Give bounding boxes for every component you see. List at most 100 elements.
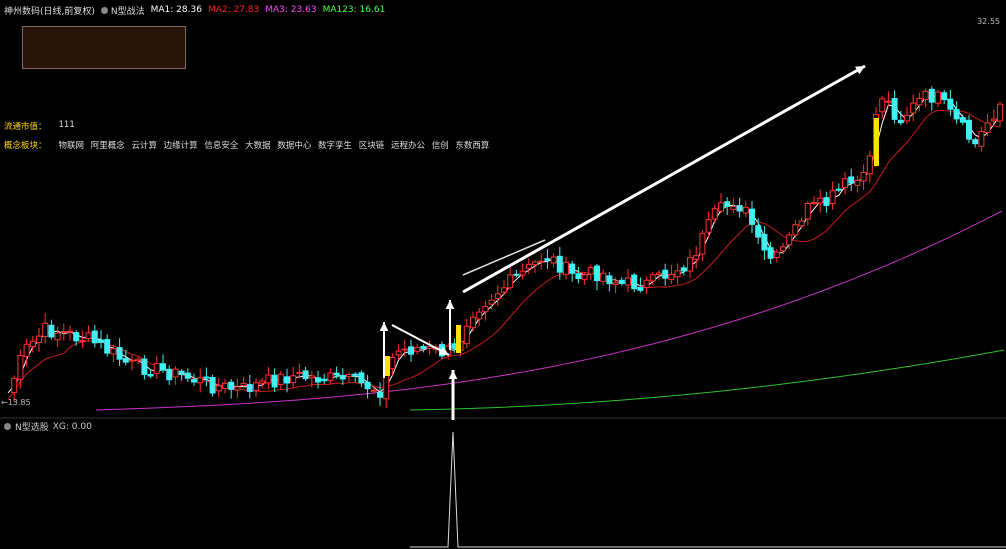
candle-body [649, 274, 656, 282]
candle-body [135, 358, 142, 362]
candle-body [408, 346, 414, 355]
candle-body [916, 97, 923, 106]
candle-body [618, 279, 625, 285]
candle-body [389, 357, 396, 370]
candle-body [612, 282, 619, 285]
candle-body [352, 373, 359, 376]
candle-body [780, 246, 786, 252]
candle-body [265, 374, 272, 384]
candle-body [308, 375, 315, 379]
candle-body [643, 279, 650, 288]
candle-body [54, 332, 61, 341]
candle-body [296, 371, 303, 374]
candle-body [829, 190, 836, 204]
candle-body [687, 257, 693, 272]
candle-body [662, 269, 669, 279]
candlestick-series [11, 86, 1003, 409]
candle-body [693, 255, 700, 260]
candle-body [104, 339, 111, 354]
candle-body [42, 322, 49, 337]
sub-indicator-name[interactable]: N型选股 [15, 420, 49, 433]
arrow-up-2-head [445, 300, 455, 310]
candle-body [48, 324, 55, 338]
candle-body [897, 119, 904, 124]
ma123-line [409, 349, 1005, 411]
sub-indicator-settings-icon[interactable] [4, 423, 11, 430]
ma3-line [95, 210, 1003, 411]
candle-body [333, 372, 340, 376]
candle-body [259, 380, 266, 384]
candle-body [277, 373, 284, 385]
candle-body [575, 273, 582, 280]
candle-body [209, 376, 216, 394]
price-low-label: ←13.85 [1, 398, 31, 407]
candle-body [798, 220, 805, 227]
candle-body [463, 325, 470, 345]
moving-average-lines [7, 94, 1005, 411]
candle-body [718, 202, 724, 212]
sub-indicator-line [410, 431, 1006, 548]
candle-body [470, 316, 476, 329]
candle-body [656, 272, 662, 276]
ma1-line [7, 94, 1001, 394]
candle-body [116, 347, 123, 360]
candle-body [377, 391, 383, 398]
candle-body [79, 339, 86, 342]
candle-body [141, 358, 148, 375]
candle-body [253, 382, 259, 391]
candle-body [191, 379, 197, 383]
candle-body [910, 102, 917, 114]
candle-body [928, 88, 935, 103]
arrow-trend [462, 64, 866, 294]
candle-body [160, 363, 166, 371]
candle-body [606, 275, 613, 285]
candle-body [17, 355, 24, 380]
candle-body [978, 131, 985, 147]
candle-body [544, 258, 551, 261]
candle-body [228, 381, 235, 390]
candle-body [401, 348, 408, 351]
candle-body [166, 368, 173, 381]
candle-body [240, 382, 247, 387]
candle-body [866, 155, 873, 175]
candle-body [494, 293, 501, 299]
candle-body [668, 273, 675, 280]
candle-body [835, 188, 842, 191]
candle-body [817, 197, 824, 204]
candle-body [786, 234, 793, 246]
candle-body [755, 225, 762, 238]
candle-body [507, 274, 514, 289]
candle-body [680, 267, 687, 272]
candle-body [637, 286, 644, 291]
candle-body [711, 208, 718, 220]
candle-body [91, 330, 98, 344]
candle-body [129, 359, 135, 362]
candle-body [60, 331, 67, 334]
candle-body [532, 261, 538, 266]
candle-body [550, 256, 557, 264]
candle-body [290, 375, 297, 384]
candle-body [246, 384, 253, 392]
kline-chart[interactable] [0, 0, 1006, 549]
candle-body [215, 385, 222, 392]
candle-body [203, 376, 210, 379]
candle-body [482, 305, 489, 313]
candle-body [705, 219, 712, 233]
candle-body [358, 372, 365, 384]
candle-body [519, 270, 526, 276]
candle-body [538, 260, 545, 263]
candle-body [339, 374, 346, 380]
candle-body [85, 332, 92, 339]
candle-body [842, 178, 848, 188]
candle-body [153, 362, 160, 374]
candle-body [73, 332, 80, 342]
signal-bars [385, 118, 879, 376]
candle-body [23, 343, 30, 358]
candle-body [749, 208, 755, 225]
candle-body [98, 339, 104, 343]
candle-body [742, 206, 749, 214]
xg-signal-spike [410, 431, 1006, 548]
candle-body [823, 197, 830, 207]
candle-body [172, 368, 179, 378]
candle-body [569, 263, 576, 274]
